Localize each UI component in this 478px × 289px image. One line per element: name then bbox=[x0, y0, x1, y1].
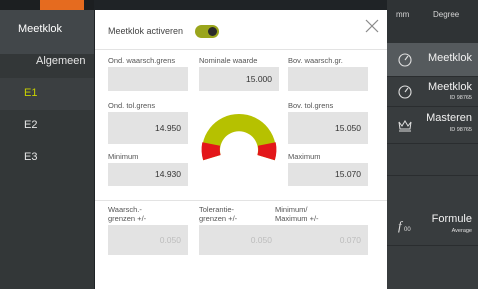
masteren-sub: ID 98765 bbox=[449, 127, 472, 133]
bov-waarsch-label: Bov. waarsch.gr. bbox=[288, 56, 343, 65]
ond-waarsch-input[interactable] bbox=[108, 67, 188, 91]
bov-tol-label: Bov. tol.grens bbox=[288, 101, 334, 110]
formula-icon: f 00 bbox=[398, 218, 411, 233]
ond-tol-label: Ond. tol.grens bbox=[108, 101, 156, 110]
masteren-button[interactable]: Masteren ID 98765 bbox=[387, 107, 478, 143]
crown-icon bbox=[398, 120, 412, 132]
meetklok-dialog: Meetklok activeren Ond. waarsch.grens No… bbox=[95, 10, 387, 289]
nominaal-label: Nominale waarde bbox=[199, 56, 258, 65]
right-panel: mm Degree Meetklok Meetklok ID 98765 Mas… bbox=[387, 0, 478, 289]
tab-mm[interactable]: mm bbox=[396, 10, 409, 19]
nominaal-input[interactable]: 15.000 bbox=[199, 67, 279, 91]
activate-toggle[interactable] bbox=[195, 25, 219, 38]
dialog-divider bbox=[95, 200, 387, 201]
meetklok-label: Meetklok bbox=[427, 52, 472, 64]
tolerantie-input[interactable]: 0.050 bbox=[199, 225, 279, 255]
sidebar-item-e3[interactable]: E3 bbox=[0, 142, 94, 174]
tolerance-gauge bbox=[201, 113, 277, 161]
sidebar-item-algemeen[interactable]: Algemeen bbox=[0, 46, 94, 78]
separator bbox=[387, 175, 478, 176]
formule-button[interactable]: f 00 Formule Average bbox=[387, 205, 478, 245]
meetklok-button[interactable]: Meetklok bbox=[387, 43, 478, 76]
tab-degree[interactable]: Degree bbox=[433, 10, 459, 19]
maximum-label: Maximum bbox=[288, 152, 321, 161]
meetklok-id-button[interactable]: Meetklok ID 98765 bbox=[387, 77, 478, 106]
toggle-knob bbox=[208, 27, 217, 36]
top-status-bar bbox=[0, 0, 94, 10]
minimum-label: Minimum bbox=[108, 152, 139, 161]
min-max-label-1: Minimum/ bbox=[275, 205, 308, 214]
gauge-icon bbox=[398, 53, 412, 67]
bov-tol-input[interactable]: 15.050 bbox=[288, 112, 368, 144]
masteren-label: Masteren bbox=[426, 112, 472, 124]
minimum-input[interactable]: 14.930 bbox=[108, 163, 188, 186]
gauge-icon bbox=[398, 85, 412, 99]
meetklok-id-sub: ID 98765 bbox=[449, 95, 472, 101]
svg-text:00: 00 bbox=[404, 227, 411, 233]
tolerantie-label-2: grenzen +/- bbox=[199, 214, 238, 223]
separator bbox=[387, 143, 478, 144]
maximum-input[interactable]: 15.070 bbox=[288, 163, 368, 186]
page-indicator bbox=[234, 282, 250, 289]
sidebar-item-e2[interactable]: E2 bbox=[0, 110, 94, 142]
dialog-header: Meetklok activeren bbox=[95, 10, 387, 50]
unit-tabs: mm Degree bbox=[387, 0, 478, 43]
waarsch-grenzen-label-2: grenzen +/- bbox=[108, 214, 147, 223]
ond-waarsch-label: Ond. waarsch.grens bbox=[108, 56, 176, 65]
waarsch-grenzen-input[interactable]: 0.050 bbox=[108, 225, 188, 255]
meetklok-id-label: Meetklok bbox=[427, 81, 472, 93]
sidebar-item-e1[interactable]: E1 bbox=[0, 78, 94, 110]
bov-waarsch-input[interactable] bbox=[288, 67, 368, 91]
min-max-input[interactable]: 0.070 bbox=[275, 225, 368, 255]
formule-sub: Average bbox=[451, 228, 472, 234]
top-accent-bar bbox=[40, 0, 84, 10]
formule-label: Formule bbox=[431, 213, 472, 225]
left-sidebar: Meetklok Algemeen E1 E2 E3 bbox=[0, 0, 94, 289]
waarsch-grenzen-label-1: Waarsch.- bbox=[108, 205, 142, 214]
tolerantie-label-1: Tolerantie- bbox=[199, 205, 235, 214]
dialog-title: Meetklok activeren bbox=[108, 26, 184, 36]
separator bbox=[387, 245, 478, 246]
close-icon[interactable] bbox=[364, 18, 380, 34]
ond-tol-input[interactable]: 14.950 bbox=[108, 112, 188, 144]
min-max-label-2: Maximum +/- bbox=[275, 214, 319, 223]
